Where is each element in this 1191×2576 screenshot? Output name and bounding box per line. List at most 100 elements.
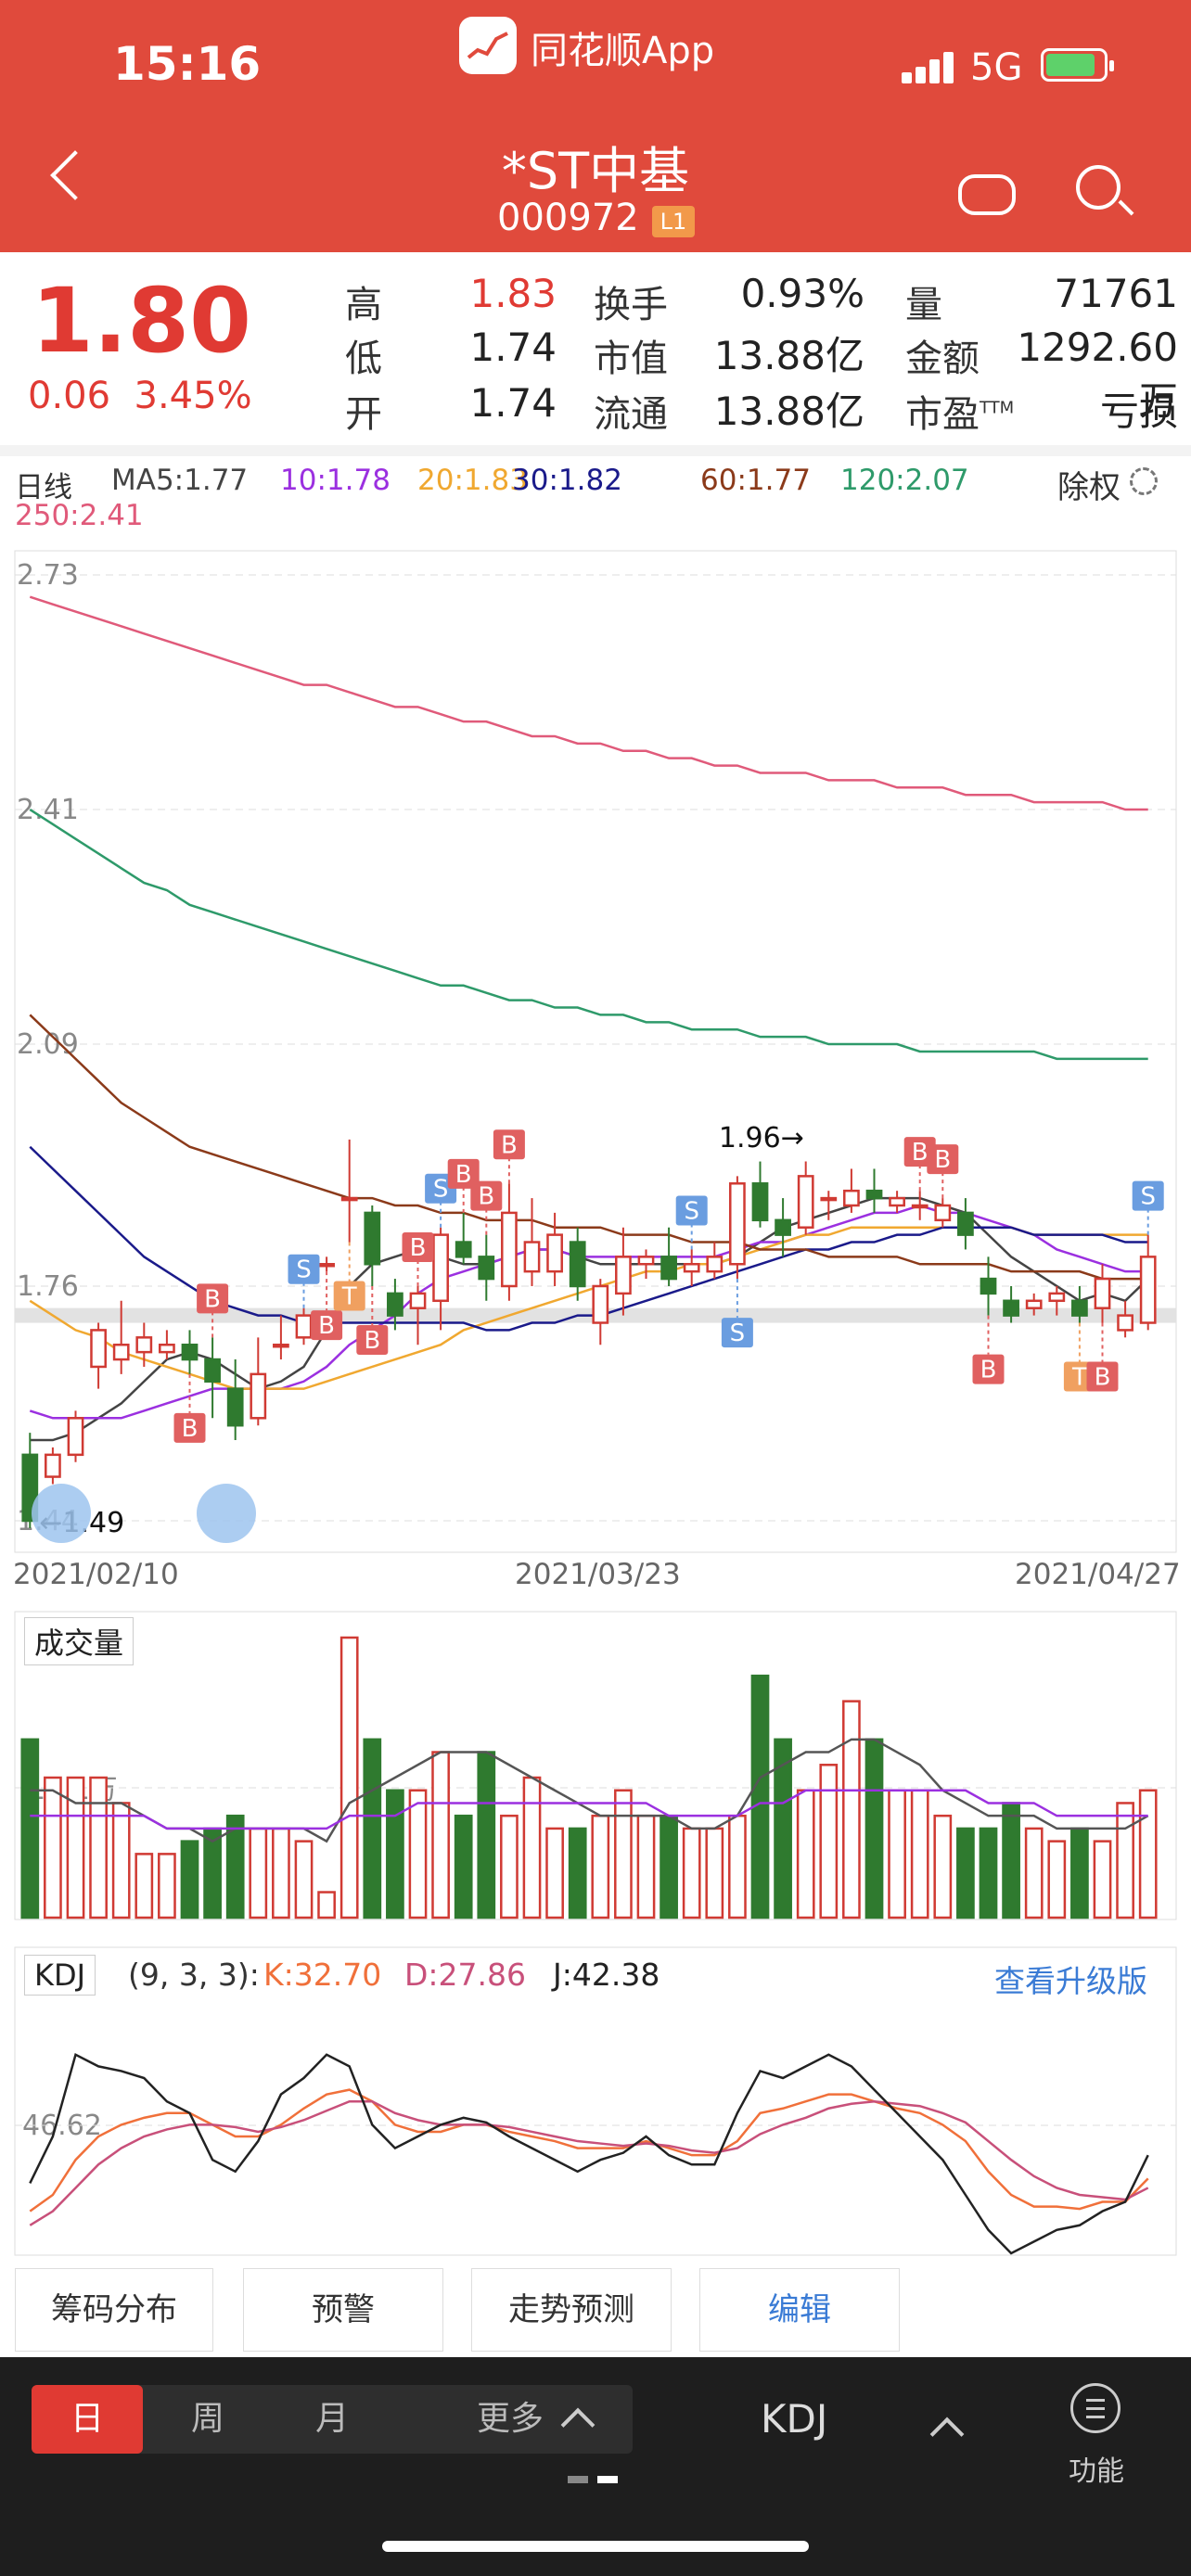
volume-bar [888, 1789, 906, 1919]
trade-marker-label: B [934, 1146, 951, 1174]
volume-bar [660, 1814, 678, 1919]
volume-bar [89, 1776, 108, 1919]
volume-bar [1070, 1827, 1089, 1919]
trade-marker-label: B [501, 1131, 518, 1159]
kdj-d-value: D:27.86 [404, 1957, 527, 1993]
candle [273, 1343, 289, 1348]
trade-marker-label: T [341, 1283, 357, 1311]
trade-marker-label: S [1140, 1183, 1156, 1211]
kdj-line-d [29, 2099, 1149, 2226]
charts-canvas[interactable]: 2.732.412.091.761.44BBSBTBBSBBBSSBBBTBS1… [0, 0, 1191, 2263]
trade-marker-label: S [433, 1176, 449, 1204]
x-label-start: 2021/02/10 [13, 1558, 179, 1591]
volume-bar [1024, 1827, 1044, 1919]
page-indicator-dot-active [597, 2476, 618, 2483]
candle [340, 1196, 358, 1202]
tab-more[interactable]: 更多 [464, 2385, 557, 2454]
trade-marker-label: B [182, 1415, 198, 1443]
candle [181, 1343, 198, 1361]
x-label-end: 2021/04/27 [1015, 1558, 1181, 1591]
candle [637, 1256, 655, 1266]
candle [911, 1204, 928, 1209]
candle [797, 1175, 814, 1229]
kdj-params: (9, 3, 3): [128, 1957, 260, 1993]
kdj-title[interactable]: KDJ [24, 1955, 96, 1996]
volume-bar [500, 1814, 519, 1919]
volume-bar [180, 1840, 199, 1919]
volume-bar [864, 1738, 884, 1919]
volume-bar [339, 1636, 359, 1919]
high-annotation: 1.96→ [719, 1122, 804, 1154]
candle [934, 1204, 952, 1222]
candle [45, 1453, 61, 1478]
candle [226, 1387, 244, 1427]
volume-bar [819, 1764, 839, 1919]
upgrade-link[interactable]: 查看升级版 [994, 1957, 1147, 2001]
candle [843, 1189, 860, 1207]
candle [318, 1263, 335, 1268]
candle [569, 1241, 586, 1288]
candle [1139, 1256, 1157, 1324]
chip-distribution-button[interactable]: 筹码分布 [15, 2268, 213, 2352]
function-label[interactable]: 功能 [1069, 2448, 1124, 2489]
volume-bar [158, 1853, 176, 1919]
home-indicator [382, 2541, 809, 2552]
tab-month[interactable]: 月 [276, 2385, 388, 2454]
volume-bar [1093, 1840, 1112, 1919]
volume-bar [750, 1674, 770, 1919]
volume-bar [408, 1789, 428, 1919]
volume-bar [431, 1751, 450, 1919]
menu-icon[interactable] [1070, 2383, 1121, 2433]
kdj-line-j [29, 2052, 1149, 2255]
volume-bar [591, 1814, 610, 1919]
candle [409, 1292, 427, 1309]
trade-marker-label: B [318, 1312, 335, 1340]
alert-button[interactable]: 预警 [243, 2268, 443, 2352]
volume-bar [728, 1814, 747, 1919]
candle [67, 1417, 84, 1457]
volume-bar [933, 1814, 953, 1919]
trade-marker-label: T [1071, 1364, 1087, 1392]
tab-week[interactable]: 周 [152, 2385, 263, 2454]
period-tabs: 日 周 月 更多 [32, 2385, 633, 2454]
candle [1071, 1299, 1088, 1317]
candle [980, 1277, 997, 1295]
candle [751, 1182, 769, 1222]
volume-bar [454, 1814, 473, 1919]
candle [204, 1358, 221, 1384]
volume-bar [979, 1827, 998, 1919]
trade-marker-label: B [912, 1139, 928, 1167]
volume-bar [522, 1776, 542, 1919]
volume-bar [1047, 1840, 1067, 1919]
volume-title[interactable]: 成交量 [24, 1617, 134, 1665]
trade-marker-label: B [1095, 1364, 1111, 1392]
volume-bar [44, 1776, 62, 1919]
page-indicator-dot [568, 2476, 588, 2483]
candle [615, 1256, 632, 1295]
edit-button[interactable]: 编辑 [699, 2268, 900, 2352]
x-label-mid: 2021/03/23 [515, 1558, 681, 1591]
volume-bar [317, 1891, 336, 1919]
candle [478, 1256, 495, 1281]
trade-marker-label: B [410, 1234, 427, 1262]
volume-bar [272, 1827, 290, 1919]
volume-bar [386, 1789, 404, 1919]
chevron-up-icon[interactable] [560, 2407, 596, 2442]
kdj-k-value: K:32.70 [263, 1957, 382, 1993]
trend-forecast-button[interactable]: 走势预测 [471, 2268, 672, 2352]
trade-marker-label: S [296, 1256, 312, 1284]
trade-marker-label: S [730, 1320, 746, 1347]
volume-bar [796, 1789, 815, 1919]
volume-bar [134, 1853, 154, 1919]
volume-bar [294, 1840, 314, 1919]
candle [159, 1343, 175, 1354]
candle [889, 1196, 905, 1207]
trade-marker-label: B [478, 1183, 494, 1211]
candle [706, 1256, 724, 1273]
tab-day[interactable]: 日 [32, 2385, 143, 2454]
candle [112, 1343, 130, 1361]
candle [523, 1241, 541, 1273]
indicator-select[interactable]: KDJ [761, 2396, 827, 2442]
candle [865, 1189, 883, 1200]
chevron-up-icon[interactable] [929, 2417, 965, 2452]
